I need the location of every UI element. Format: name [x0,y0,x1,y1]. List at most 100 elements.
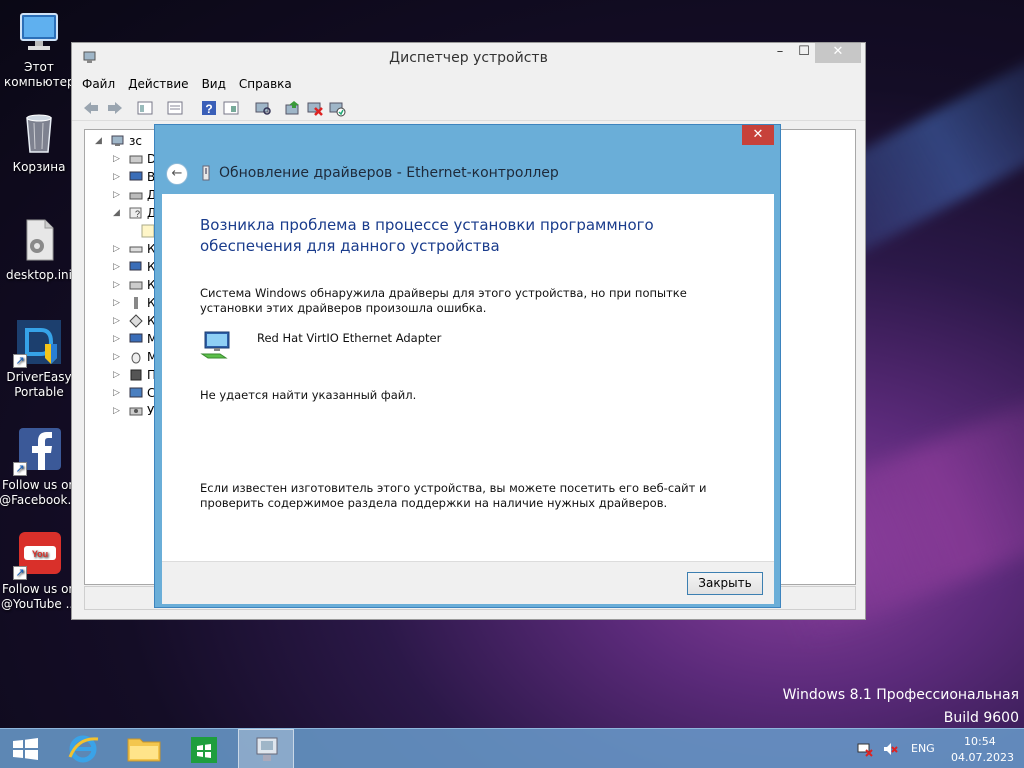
expand-arrow-icon[interactable]: ▷ [113,298,123,308]
desktop-icon-this-pc[interactable]: Этот компьютер [4,8,75,90]
tree-item[interactable]: ▷ Д [113,186,156,204]
uninstall-icon[interactable] [306,99,324,117]
file-explorer-button[interactable] [116,729,172,768]
drivereasy-icon: ↗ [13,318,63,368]
expand-arrow-icon[interactable]: ▷ [113,280,123,290]
update-driver-dialog[interactable]: ✕ ← Обновление драйверов - Ethernet-конт… [154,124,781,608]
monitor-icon [129,170,143,184]
expand-arrow-icon[interactable]: ▷ [113,406,123,416]
device-manager-taskbar-button[interactable] [238,729,294,768]
tree-item[interactable]: ▷ К [113,294,156,312]
properties-icon[interactable] [136,99,154,117]
desktop-icon-label: desktop.ini [6,268,72,282]
enable-device-icon[interactable] [328,99,346,117]
tree-item[interactable]: ▷ К [113,258,156,276]
watermark-edition: Windows 8.1 Профессиональная [782,687,1019,703]
volume-muted-icon[interactable] [882,741,898,760]
tree-item[interactable]: ▷ В [113,168,155,186]
desktop-icon-facebook[interactable]: ↗ Follow us on @Facebook... [0,426,79,508]
forward-arrow-icon[interactable] [106,99,124,117]
shortcut-arrow-icon: ↗ [13,566,27,580]
expand-arrow-icon[interactable]: ▷ [113,334,123,344]
scan-hardware-icon[interactable] [254,99,272,117]
computer-icon [111,134,125,148]
taskbar: ENG 10:54 04.07.2023 [0,728,1024,768]
menu-file[interactable]: Файл [82,77,115,91]
dialog-body: Возникла проблема в процессе установки п… [162,194,774,561]
windows-logo-icon [13,738,38,760]
desktop-icon-desktop-ini[interactable]: desktop.ini [4,216,74,283]
tree-item[interactable]: ▷ П [113,366,156,384]
internet-explorer-button[interactable] [56,729,112,768]
back-arrow-icon: ← [171,166,183,181]
tree-item[interactable]: ▷ С [113,384,155,402]
list-view-icon[interactable] [166,99,184,117]
menu-view[interactable]: Вид [202,77,226,91]
shortcut-arrow-icon: ↗ [13,354,27,368]
back-button[interactable]: ← [166,163,188,185]
close-button[interactable]: ✕ [815,43,861,63]
dialog-close-button[interactable]: ✕ [742,125,774,145]
device-manager-icon [256,737,278,761]
device-manager-titlebar[interactable]: Диспетчер устройств – ☐ ✕ [72,43,865,73]
store-button[interactable] [176,729,232,768]
language-indicator[interactable]: ENG [911,742,935,755]
expand-arrow-icon[interactable]: ▷ [113,262,123,272]
shortcut-arrow-icon: ↗ [13,462,27,476]
youtube-icon: You ↗ [13,530,63,580]
help-icon[interactable]: ? [200,99,218,117]
computer-icon [15,8,63,56]
menu-help[interactable]: Справка [239,77,292,91]
expand-arrow-icon[interactable]: ▷ [113,352,123,362]
dialog-title: Обновление драйверов - Ethernet-контролл… [219,165,559,181]
ide-controller-icon [129,314,143,328]
expand-arrow-icon[interactable]: ▷ [113,388,123,398]
start-button[interactable] [0,729,56,768]
menu-bar: Файл Действие Вид Справка [72,73,865,95]
tree-item[interactable]: ▷ D [113,150,156,168]
advice-text: Если известен изготовитель этого устройс… [200,481,707,510]
maximize-button[interactable]: ☐ [790,43,818,63]
tree-item[interactable]: ▷ У [113,402,154,420]
tree-item[interactable]: ▷ М [113,330,157,348]
console-icon[interactable] [222,99,240,117]
error-description: Система Windows обнаружила драйверы для … [200,286,687,315]
tree-item[interactable]: ▷ К [113,312,156,330]
desktop-icon-label: Follow us on @YouTube ... [0,582,78,611]
tree-root[interactable]: ◢ зс [95,132,142,150]
usb-icon [129,296,143,310]
facebook-icon: ↗ [13,426,63,476]
tree-item-expanded[interactable]: ◢? Д [113,204,156,222]
processor-icon [129,368,143,382]
expand-arrow-icon[interactable]: ▷ [113,172,123,182]
update-driver-icon[interactable] [284,99,302,117]
tree-item[interactable]: ▷ М [113,348,157,366]
clock-time[interactable]: 10:54 [964,735,996,748]
desktop-icon-recycle-bin[interactable]: Корзина [4,108,74,175]
tree-item[interactable]: ▷ К [113,240,156,258]
controller-icon [129,278,143,292]
device-name: Red Hat VirtIO Ethernet Adapter [257,331,442,345]
collapse-arrow-icon[interactable]: ◢ [95,136,105,146]
desktop-icon-youtube[interactable]: You ↗ Follow us on @YouTube ... [1,530,77,612]
expand-arrow-icon[interactable]: ▷ [113,154,123,164]
clock-date[interactable]: 04.07.2023 [951,751,1014,764]
watermark-build: Build 9600 [943,710,1019,726]
collapse-arrow-icon[interactable]: ◢ [113,208,123,218]
windows-watermark: Windows 8.1 Профессиональная Build 9600 [783,684,1019,730]
back-arrow-icon[interactable] [82,99,100,117]
monitor-icon [129,332,143,346]
expand-arrow-icon[interactable]: ▷ [113,244,123,254]
computer-icon [129,260,143,274]
desktop-icon-label: Корзина [12,160,66,174]
tree-item[interactable]: ▷ К [113,276,156,294]
network-error-icon[interactable] [857,741,873,760]
close-dialog-button[interactable]: Закрыть [687,572,763,595]
error-message: Не удается найти указанный файл. [200,388,417,402]
expand-arrow-icon[interactable]: ▷ [113,316,123,326]
menu-action[interactable]: Действие [128,77,188,91]
expand-arrow-icon[interactable]: ▷ [113,370,123,380]
expand-arrow-icon[interactable]: ▷ [113,190,123,200]
desktop-icon-label: Этот компьютер [4,60,75,89]
desktop-icon-drivereasy[interactable]: ↗ DriverEasy Portable [4,318,74,400]
